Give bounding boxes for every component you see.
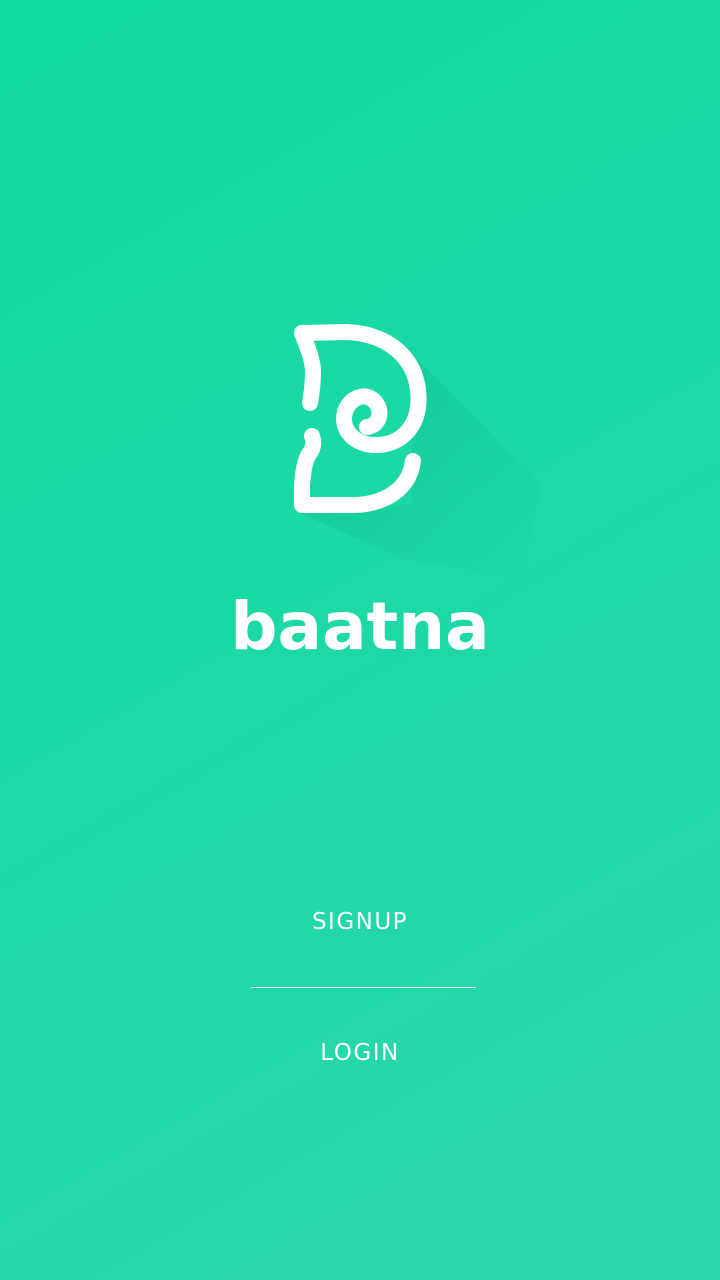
baatna-b-logo-icon: [294, 324, 542, 579]
login-button[interactable]: LOGIN: [0, 1033, 720, 1073]
welcome-screen: baatna SIGNUP LOGIN: [0, 0, 720, 1280]
divider: [251, 987, 476, 988]
app-wordmark: baatna: [230, 588, 490, 665]
signup-button[interactable]: SIGNUP: [0, 902, 720, 942]
